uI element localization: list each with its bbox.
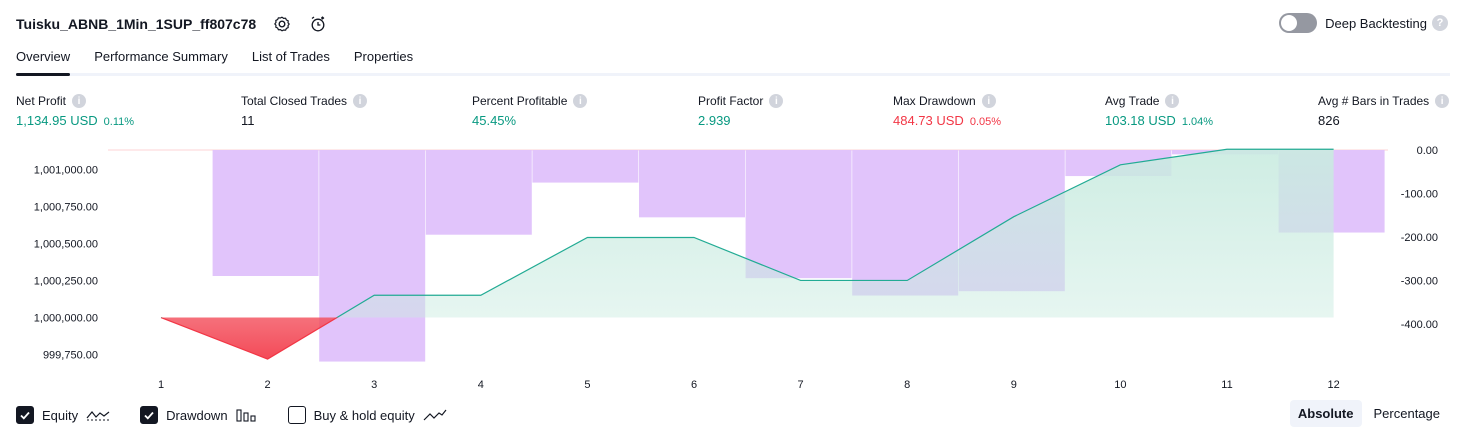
chart-legend: Equity Drawdown Buy & hold equity xyxy=(16,404,477,426)
help-icon[interactable]: ? xyxy=(1432,15,1448,31)
info-icon[interactable]: i xyxy=(1165,94,1180,108)
drawdown-bar xyxy=(639,150,745,218)
metric-label: Percent Profitable xyxy=(472,94,568,108)
left-axis-tick: 1,000,750.00 xyxy=(34,201,98,213)
settings-icon[interactable] xyxy=(272,14,292,34)
drawdown-bar xyxy=(319,150,426,362)
metric-value: 1,134.95 USD xyxy=(16,113,98,128)
metric-value: 45.45% xyxy=(472,113,517,128)
metrics-row: Net Profit i 1,134.95 USD 0.11% Total Clos… xyxy=(0,94,1466,134)
left-axis-tick: 1,001,000.00 xyxy=(34,164,98,176)
metric-value: 11 xyxy=(241,113,255,128)
metric-value: 826 xyxy=(1318,113,1340,128)
metric-avg-trade: Avg Trade i 103.18 USD 1.04% xyxy=(1105,94,1213,128)
metric-label: Net Profit xyxy=(16,94,67,108)
metric-total-closed-trades: Total Closed Trades i 11 xyxy=(241,94,368,128)
info-icon[interactable]: i xyxy=(72,94,87,108)
tab-overview[interactable]: Overview xyxy=(16,48,82,76)
left-axis-tick: 1,000,500.00 xyxy=(34,238,98,250)
left-axis-tick: 1,000,000.00 xyxy=(34,313,98,325)
metric-label: Total Closed Trades xyxy=(241,94,348,108)
metric-label: Avg Trade xyxy=(1105,94,1160,108)
equity-drawdown-chart: 1,001,000.00 1,000,750.00 1,000,500.00 1,00… xyxy=(34,145,1438,391)
metric-percent: 1.04% xyxy=(1181,116,1214,128)
display-mode: Absolute Percentage xyxy=(1286,400,1448,427)
absolute-button[interactable]: Absolute xyxy=(1289,400,1362,427)
metric-net-profit: Net Profit i 1,134.95 USD 0.11% xyxy=(16,94,134,128)
percentage-button[interactable]: Percentage xyxy=(1366,400,1449,427)
x-axis-tick: 5 xyxy=(584,379,590,391)
metric-label: Avg # Bars in Trades xyxy=(1318,94,1430,108)
metric-max-drawdown: Max Drawdown i 484.73 USD 0.05% xyxy=(893,94,1001,128)
right-axis-tick: -400.00 xyxy=(1401,319,1438,331)
drawdown-bar xyxy=(212,150,319,276)
strategy-name: Tuisku_ABNB_1Min_1SUP_ff807c78 xyxy=(16,16,257,32)
x-axis-tick: 8 xyxy=(904,379,910,391)
legend-drawdown[interactable]: Drawdown xyxy=(140,406,257,424)
buy-hold-line-icon xyxy=(423,408,447,422)
tab-properties[interactable]: Properties xyxy=(342,48,425,73)
x-axis-tick: 11 xyxy=(1221,379,1232,391)
x-axis-tick: 10 xyxy=(1114,379,1126,391)
right-axis-tick: 0.00 xyxy=(1417,145,1438,157)
drawdown-checkbox[interactable] xyxy=(140,406,159,424)
x-axis-tick: 9 xyxy=(1011,379,1017,391)
metric-value: 484.73 USD xyxy=(893,113,964,128)
right-axis-tick: -200.00 xyxy=(1401,232,1438,244)
metric-profit-factor: Profit Factor i 2.939 xyxy=(698,94,784,128)
tab-bar: Overview Performance Summary List of Tra… xyxy=(16,48,1450,76)
drawdown-bar xyxy=(532,150,639,183)
left-axis-tick: 999,750.00 xyxy=(43,350,98,362)
buy-hold-checkbox[interactable] xyxy=(287,406,306,424)
x-axis-tick: 2 xyxy=(265,379,271,391)
right-axis-tick: -100.00 xyxy=(1401,188,1438,200)
info-icon[interactable]: i xyxy=(1435,94,1450,108)
deep-backtesting-label: Deep Backtesting xyxy=(1325,15,1427,31)
add-alert-icon[interactable] xyxy=(308,14,328,34)
x-axis-tick: 6 xyxy=(691,379,697,391)
legend-label: Buy & hold equity xyxy=(313,407,415,423)
legend-equity[interactable]: Equity xyxy=(16,406,110,424)
metric-avg-bars: Avg # Bars in Trades i 826 xyxy=(1318,94,1450,128)
legend-label: Equity xyxy=(42,407,79,423)
x-axis-tick: 12 xyxy=(1327,379,1339,391)
equity-line-icon xyxy=(86,408,110,422)
drawdown-bar xyxy=(425,150,532,235)
info-icon[interactable]: i xyxy=(769,94,784,108)
left-axis-tick: 1,000,250.00 xyxy=(34,275,98,287)
info-icon[interactable]: i xyxy=(573,94,588,108)
metric-percent: 0.05% xyxy=(969,116,1002,128)
strategy-header: Tuisku_ABNB_1Min_1SUP_ff807c78 xyxy=(16,12,328,36)
drawdown-bar xyxy=(745,150,852,279)
metric-value: 2.939 xyxy=(698,113,731,128)
drawdown-bars-icon xyxy=(236,408,258,422)
info-icon[interactable]: i xyxy=(353,94,368,108)
legend-label: Drawdown xyxy=(166,407,228,423)
metric-label: Max Drawdown xyxy=(893,94,976,108)
right-axis-tick: -300.00 xyxy=(1401,275,1438,287)
deep-backtesting-toggle[interactable] xyxy=(1279,13,1318,33)
x-axis-tick: 1 xyxy=(158,379,164,391)
x-axis-tick: 3 xyxy=(371,379,377,391)
tab-list-of-trades[interactable]: List of Trades xyxy=(240,48,342,73)
metric-label: Profit Factor xyxy=(698,94,764,108)
equity-checkbox[interactable] xyxy=(16,406,34,424)
metric-value: 103.18 USD xyxy=(1105,113,1176,128)
info-icon[interactable]: i xyxy=(981,94,996,108)
x-axis-tick: 4 xyxy=(478,379,484,391)
legend-buy-hold[interactable]: Buy & hold equity xyxy=(287,406,447,424)
x-axis-tick: 7 xyxy=(798,379,804,391)
metric-percent: 0.11% xyxy=(103,116,135,128)
deep-backtesting: Deep Backtesting ? xyxy=(1279,13,1448,33)
tab-performance-summary[interactable]: Performance Summary xyxy=(82,48,240,73)
metric-percent-profitable: Percent Profitable i 45.45% xyxy=(472,94,588,128)
